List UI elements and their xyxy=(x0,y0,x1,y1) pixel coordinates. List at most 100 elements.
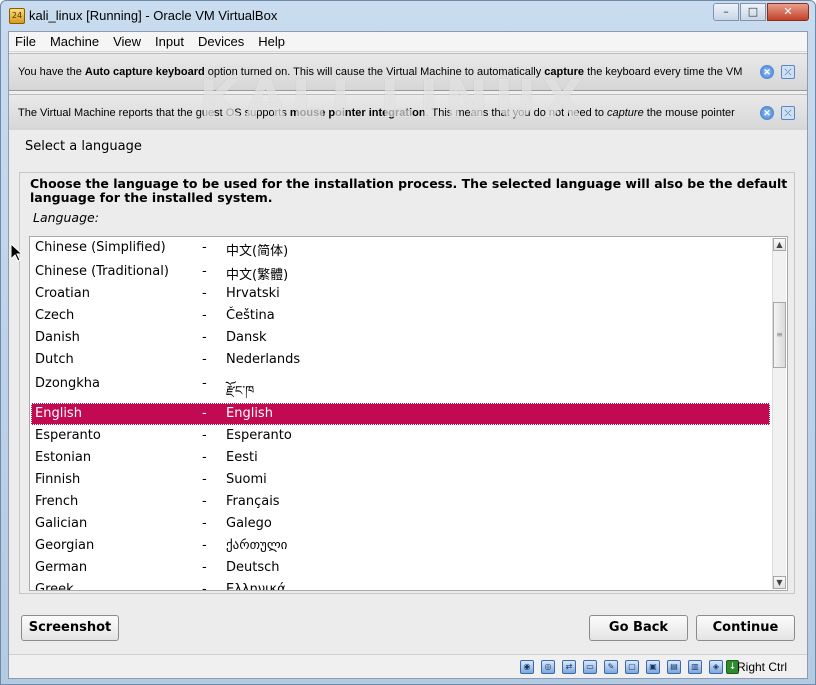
mouse-integration-banner: The Virtual Machine reports that the gue… xyxy=(9,94,807,132)
host-key-label: Right Ctrl xyxy=(736,660,787,674)
language-name: Galician xyxy=(35,516,88,531)
maximize-button[interactable]: □ xyxy=(740,3,766,21)
language-separator: - xyxy=(202,330,207,345)
language-native-name: ქართული xyxy=(226,538,288,553)
language-native-name: Nederlands xyxy=(226,352,301,367)
language-separator: - xyxy=(202,428,207,443)
language-name: Finnish xyxy=(35,472,81,487)
language-separator: - xyxy=(202,582,207,591)
language-row[interactable]: German - Deutsch xyxy=(31,557,770,579)
menu-view[interactable]: View xyxy=(113,34,141,49)
language-separator: - xyxy=(202,264,207,279)
virtualbox-icon: 24 xyxy=(9,8,25,24)
language-separator: - xyxy=(202,240,207,255)
language-separator: - xyxy=(202,352,207,367)
language-row[interactable]: Greek - Ελληνικά xyxy=(31,579,770,591)
language-label: Language: xyxy=(33,210,99,225)
language-separator: - xyxy=(202,450,207,465)
language-row[interactable]: Esperanto - Esperanto xyxy=(31,425,770,447)
window-controls: – □ ✕ xyxy=(712,3,809,21)
language-row[interactable]: Dutch - Nederlands xyxy=(31,349,770,371)
language-row[interactable]: Finnish - Suomi xyxy=(31,469,770,491)
network-icon[interactable]: ▭ xyxy=(583,660,597,674)
language-native-name: Čeština xyxy=(226,308,275,323)
menu-machine[interactable]: Machine xyxy=(50,34,99,49)
language-row[interactable]: Georgian - ქართული xyxy=(31,535,770,557)
status-bar: ◉ ◎ ⇄ ▭ ✎ ▢ ▣ ▤ ▥ ◈ ↓ Right Ctrl xyxy=(9,654,807,678)
cpu-icon[interactable]: ▥ xyxy=(688,660,702,674)
language-name: Dzongkha xyxy=(35,376,101,391)
language-name: German xyxy=(35,560,88,575)
device-status-icons: ◉ ◎ ⇄ ▭ ✎ ▢ ▣ ▤ ▥ ◈ xyxy=(513,660,723,674)
close-banner-icon[interactable]: ✕ xyxy=(760,65,774,79)
language-row[interactable]: Croatian - Hrvatski xyxy=(31,283,770,305)
menu-bar: File Machine View Input Devices Help xyxy=(9,32,807,52)
language-name: Czech xyxy=(35,308,75,323)
display-icon[interactable]: ▣ xyxy=(646,660,660,674)
banner-message: The Virtual Machine reports that the gue… xyxy=(18,107,735,119)
usb-icon[interactable]: ⇄ xyxy=(562,660,576,674)
scroll-down-icon[interactable]: ▼ xyxy=(773,576,786,589)
language-row[interactable]: Dzongkha - རྫོང་ཁ xyxy=(31,373,770,399)
screenshot-button[interactable]: Screenshot xyxy=(21,615,119,641)
menu-help[interactable]: Help xyxy=(258,34,285,49)
language-name: Dutch xyxy=(35,352,74,367)
instructions-text: Choose the language to be used for the i… xyxy=(30,176,788,205)
language-name: English xyxy=(35,406,82,421)
language-row-selected[interactable]: English - English xyxy=(31,403,770,425)
pen-icon[interactable]: ✎ xyxy=(604,660,618,674)
language-separator: - xyxy=(202,286,207,301)
optical-drive-icon[interactable]: ◎ xyxy=(541,660,555,674)
banner-message: You have the Auto capture keyboard optio… xyxy=(18,66,743,78)
language-row[interactable]: Estonian - Eesti xyxy=(31,447,770,469)
language-row[interactable]: Galician - Galego xyxy=(31,513,770,535)
language-name: French xyxy=(35,494,79,509)
shared-folder-icon[interactable]: ▢ xyxy=(625,660,639,674)
close-banner-icon[interactable]: ✕ xyxy=(760,106,774,120)
language-list[interactable]: Greek - Ελληνικά German - Deutsch Georgian - ქარ… xyxy=(29,236,788,591)
language-name: Georgian xyxy=(35,538,95,553)
title-bar[interactable]: 24 kali_linux [Running] - Oracle VM Virt… xyxy=(1,1,815,31)
language-name: Greek xyxy=(35,582,74,591)
language-native-name: Dansk xyxy=(226,330,267,345)
menu-devices[interactable]: Devices xyxy=(198,34,244,49)
installer-screen: Select a language Choose the language to… xyxy=(9,130,807,654)
language-separator: - xyxy=(202,406,207,421)
close-button[interactable]: ✕ xyxy=(767,3,809,21)
scroll-up-icon[interactable]: ▲ xyxy=(773,238,786,251)
scroll-thumb[interactable]: ≡ xyxy=(773,302,786,368)
language-native-name: Eesti xyxy=(226,450,258,465)
language-native-name: རྫོང་ཁ xyxy=(226,384,255,399)
language-native-name: Français xyxy=(226,494,280,509)
language-native-name: Esperanto xyxy=(226,428,292,443)
menu-file[interactable]: File xyxy=(15,34,36,49)
hard-disk-icon[interactable]: ◉ xyxy=(520,660,534,674)
menu-input[interactable]: Input xyxy=(155,34,184,49)
dont-show-again-icon[interactable]: ⤫ xyxy=(781,106,795,120)
language-native-name: Galego xyxy=(226,516,272,531)
language-separator: - xyxy=(202,308,207,323)
language-separator: - xyxy=(202,516,207,531)
dont-show-again-icon[interactable]: ⤫ xyxy=(781,65,795,79)
page-title: Select a language xyxy=(25,139,142,154)
language-separator: - xyxy=(202,376,207,391)
language-row[interactable]: Danish - Dansk xyxy=(31,327,770,349)
language-row[interactable]: Chinese (Simplified) - 中文(简体) xyxy=(31,237,770,259)
virtualbox-window: 24 kali_linux [Running] - Oracle VM Virt… xyxy=(0,0,816,685)
language-row[interactable]: Chinese (Traditional) - 中文(繁體) xyxy=(31,261,770,283)
language-row[interactable]: Czech - Čeština xyxy=(31,305,770,327)
language-row[interactable]: French - Français xyxy=(31,491,770,513)
continue-button[interactable]: Continue xyxy=(696,615,795,641)
language-panel: Choose the language to be used for the i… xyxy=(19,172,795,594)
language-separator: - xyxy=(202,494,207,509)
language-name: Chinese (Traditional) xyxy=(35,264,169,279)
language-native-name: Hrvatski xyxy=(226,286,280,301)
minimize-button[interactable]: – xyxy=(713,3,739,21)
list-scrollbar[interactable]: ▲ ≡ ▼ xyxy=(772,238,786,589)
video-capture-icon[interactable]: ▤ xyxy=(667,660,681,674)
language-native-name: 中文(繁體) xyxy=(226,268,289,283)
language-native-name: Deutsch xyxy=(226,560,280,575)
mouse-integration-icon[interactable]: ◈ xyxy=(709,660,723,674)
language-native-name: 中文(简体) xyxy=(226,244,289,259)
go-back-button[interactable]: Go Back xyxy=(589,615,688,641)
